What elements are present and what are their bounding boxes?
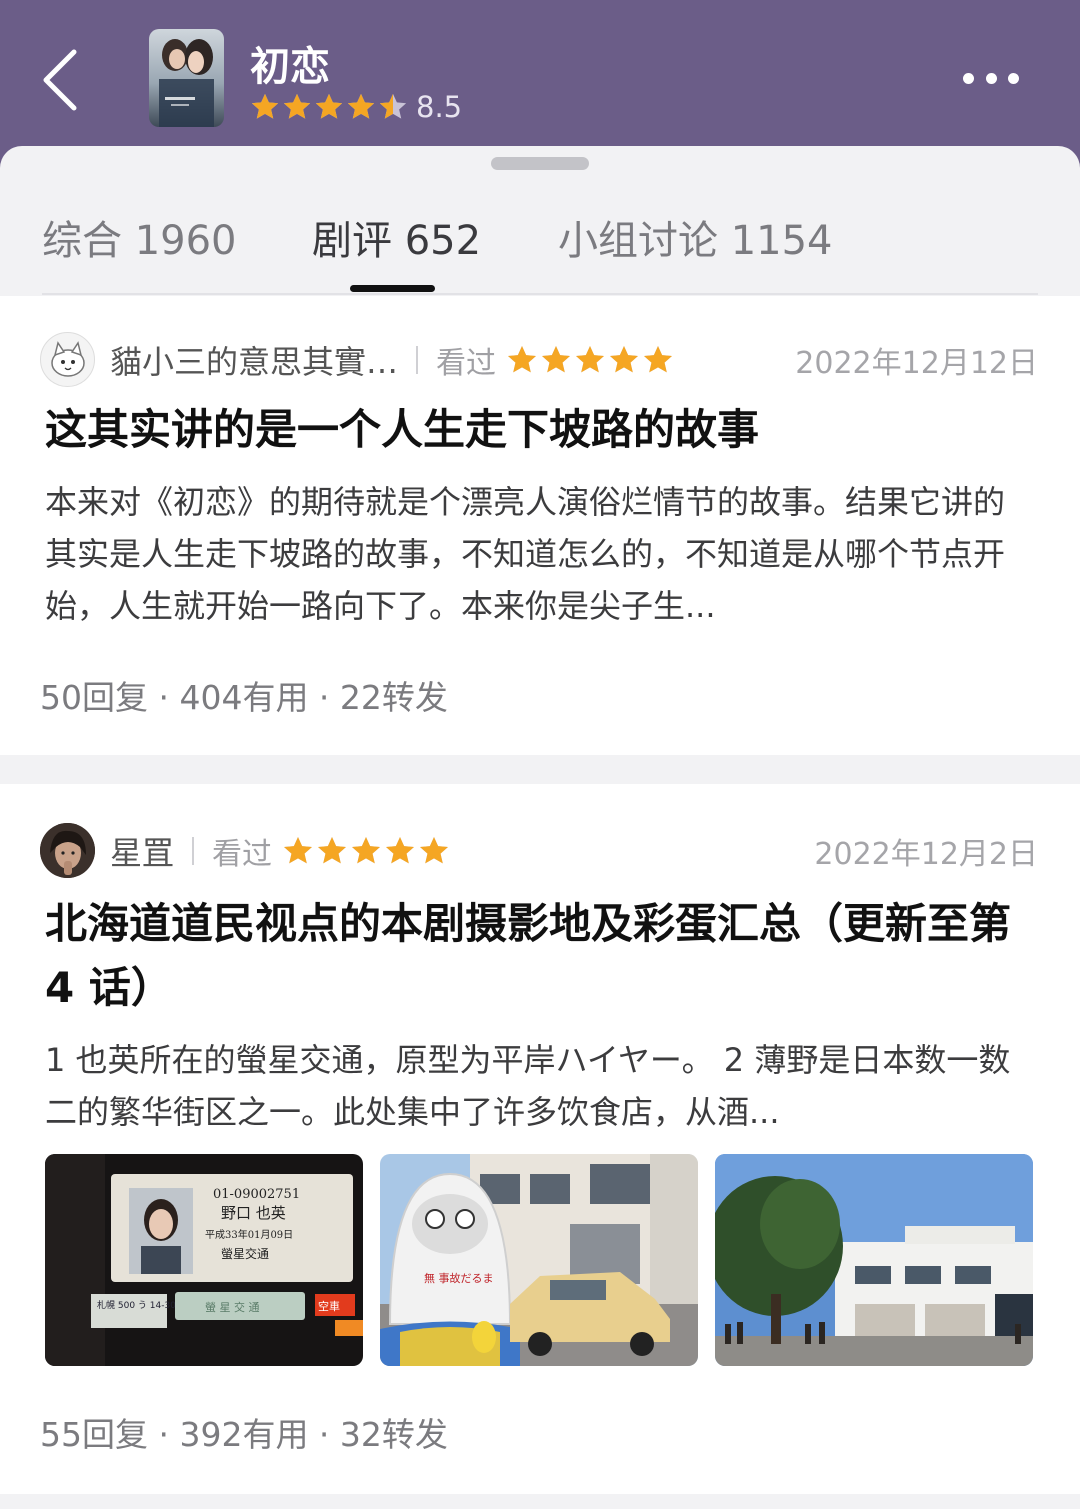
- more-dot: [985, 72, 997, 84]
- star-icon: [352, 836, 381, 863]
- review-title[interactable]: 北海道道民视点的本剧摄影地及彩蛋汇总（更新至第 4 话）: [45, 892, 1040, 1020]
- star-icon: [284, 836, 313, 863]
- review-stars: [506, 344, 676, 376]
- active-tab-indicator: [350, 285, 435, 292]
- review-meta: 貓小三的意思其實… 看过: [110, 332, 676, 387]
- rating: 8.5: [250, 90, 462, 124]
- taxi-sign: 螢 星 交 通: [205, 1300, 260, 1314]
- star-icon: [318, 836, 347, 863]
- username[interactable]: 貓小三的意思其實…: [110, 337, 398, 383]
- rating-value: 8.5: [416, 90, 463, 124]
- avatar[interactable]: [40, 332, 95, 387]
- star-icon: [508, 345, 537, 372]
- star-icon: [379, 93, 407, 119]
- review-photo-building[interactable]: [715, 1154, 1033, 1366]
- watch-status: 看过: [212, 836, 273, 872]
- star-icon: [347, 93, 375, 119]
- tab-divider: [42, 293, 1038, 295]
- license-company: 螢星交通: [221, 1246, 269, 1261]
- more-dots-icon: [963, 72, 974, 84]
- more-button[interactable]: [955, 55, 1027, 101]
- license-name: 野口 也英: [221, 1204, 286, 1222]
- review-date: 2022年12月12日: [795, 345, 1038, 381]
- review-card[interactable]: 貓小三的意思其實… 看过 2022年12月12日 这其实讲的是一个人生走下坡路的…: [0, 296, 1080, 755]
- chevron-left-icon: [43, 49, 77, 111]
- star-icon: [315, 93, 343, 119]
- star-icon: [542, 345, 571, 372]
- review-photo-license[interactable]: 01-09002751 野口 也英 平成33年01月09日 螢星交通 札幌 50…: [45, 1154, 363, 1366]
- star-icon: [576, 345, 605, 372]
- review-excerpt[interactable]: 1 也英所在的螢星交通，原型为平岸ハイヤー。 2 薄野是日本数一数二的繁华街区之…: [45, 1034, 1025, 1138]
- divider: [192, 836, 195, 865]
- review-date: 2022年12月2日: [814, 836, 1038, 872]
- review-card[interactable]: 星罝 看过 2022年12月2日 北海道道民视点的本剧摄影地及彩蛋汇总（更新至第…: [0, 784, 1080, 1494]
- review-excerpt[interactable]: 本来对《初恋》的期待就是个漂亮人演俗烂情节的故事。结果它讲的其实是人生走下坡路的…: [45, 476, 1025, 632]
- tab-overview[interactable]: 综合 1960: [42, 208, 237, 266]
- star-icon: [610, 345, 639, 372]
- more-dot: [1008, 72, 1019, 84]
- star-icon: [283, 93, 311, 119]
- star-icon: [251, 93, 279, 119]
- review-stats: 55回复 · 392有用 · 32转发: [40, 1415, 448, 1454]
- star-icon: [386, 836, 415, 863]
- poster-thumbnail[interactable]: [149, 29, 224, 127]
- back-button[interactable]: [30, 40, 90, 120]
- star-icon: [644, 345, 673, 372]
- avatar[interactable]: [40, 823, 95, 878]
- divider: [416, 345, 419, 374]
- watch-status: 看过: [436, 345, 497, 381]
- review-stats: 50回复 · 404有用 · 22转发: [40, 678, 448, 717]
- tab-reviews[interactable]: 剧评 652: [312, 208, 481, 266]
- drag-handle[interactable]: [491, 157, 589, 170]
- show-title: 初恋: [250, 44, 330, 90]
- review-title[interactable]: 这其实讲的是一个人生走下坡路的故事: [45, 398, 1040, 462]
- rating-stars: [250, 92, 410, 122]
- review-photo-daruma[interactable]: 無 事故だるま: [380, 1154, 698, 1366]
- tab-group-discussion[interactable]: 小组讨论 1154: [558, 208, 833, 266]
- daruma-label: 無 事故だるま: [424, 1271, 494, 1285]
- top-bar: 初恋 8.5: [0, 0, 1080, 170]
- license-number: 01-09002751: [213, 1187, 300, 1202]
- review-stars: [282, 835, 452, 867]
- star-icon: [420, 836, 449, 863]
- license-plate: 札幌 500 う 14-30: [97, 1299, 176, 1311]
- license-date: 平成33年01月09日: [205, 1228, 293, 1241]
- username[interactable]: 星罝: [110, 828, 174, 874]
- vacant-sign: 空車: [318, 1299, 340, 1313]
- review-meta: 星罝 看过: [110, 823, 452, 878]
